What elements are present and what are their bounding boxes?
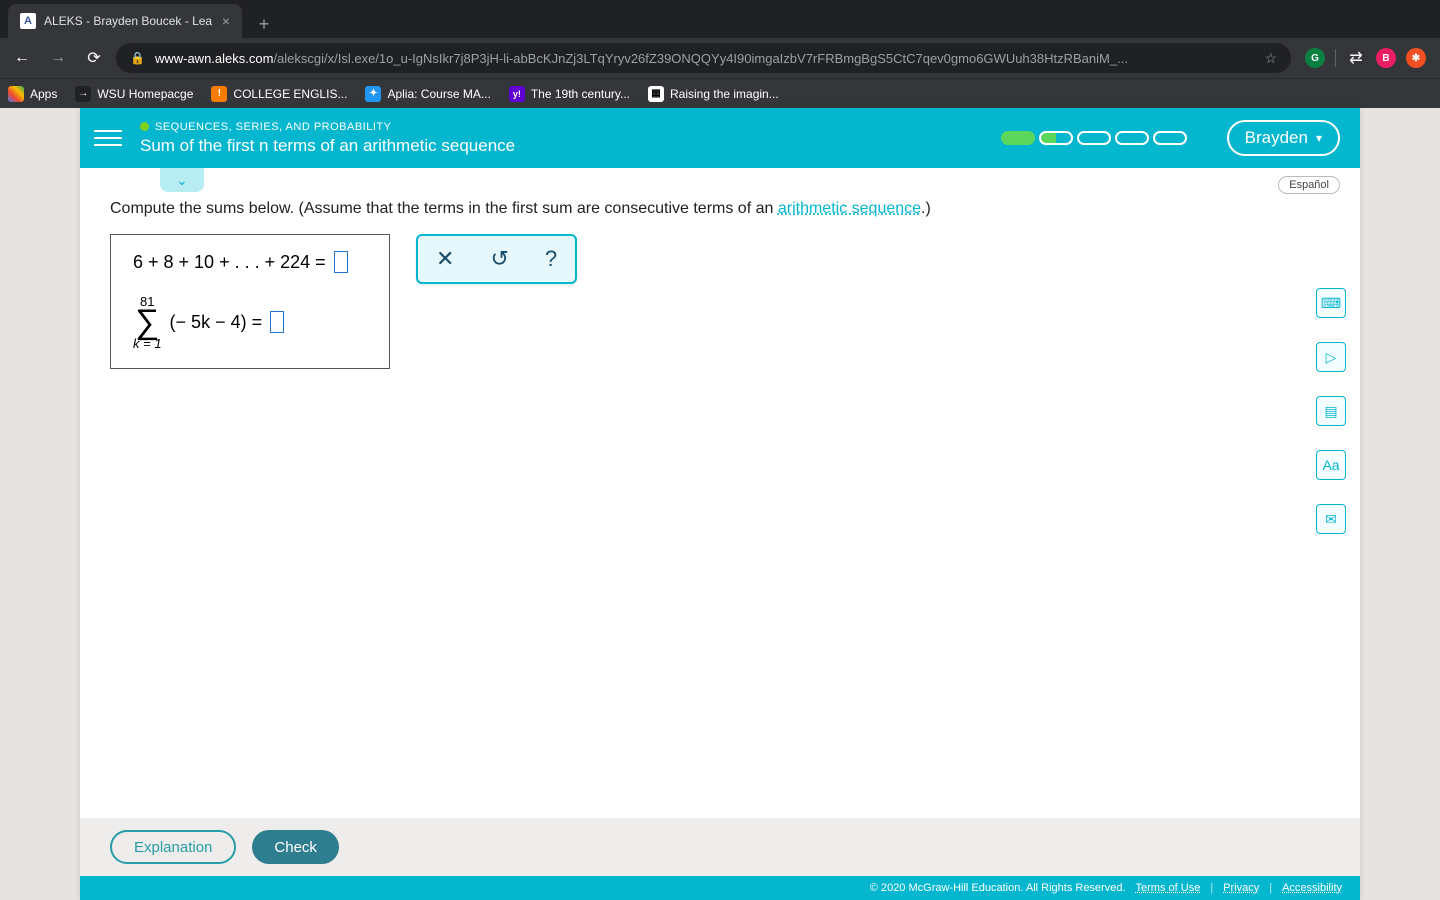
sigma-notation: 81 ∑ k = 1 (133, 295, 162, 350)
equation-line-1: 6 + 8 + 10 + . . . + 224 = (133, 251, 367, 273)
profile-badge[interactable]: B (1376, 48, 1396, 68)
apps-bookmark[interactable]: Apps (8, 86, 57, 102)
collapse-toggle[interactable]: ⌄ (160, 168, 204, 192)
college-label: COLLEGE ENGLIS... (233, 87, 347, 101)
bookmarks-bar: Apps → WSU Homepacge ! COLLEGE ENGLIS... ✦… (0, 78, 1440, 108)
footer-separator: | (1210, 882, 1213, 894)
question-row: 6 + 8 + 10 + . . . + 224 = 81 ∑ k = 1 (−… (110, 234, 1330, 369)
page-background: SEQUENCES, SERIES, AND PROBABILITY Sum o… (0, 108, 1440, 900)
media-control-icon[interactable]: ⇄ (1346, 48, 1366, 68)
lesson-title: Sum of the first n terms of an arithmeti… (140, 136, 515, 156)
question-prompt: Compute the sums below. (Assume that the… (110, 200, 1330, 218)
progress-segment (1115, 131, 1149, 145)
footer-separator: | (1269, 882, 1272, 894)
extension-icon[interactable]: ✱ (1406, 48, 1426, 68)
aplia-bookmark[interactable]: ✦ Aplia: Course MA... (365, 86, 490, 102)
wsu-label: WSU Homepacge (97, 87, 193, 101)
equation-line-2: 81 ∑ k = 1 (− 5k − 4) = (133, 295, 367, 350)
aleks-app: SEQUENCES, SERIES, AND PROBABILITY Sum o… (80, 108, 1360, 900)
raising-label: Raising the imagin... (670, 87, 779, 101)
bookmark-icon: ✦ (365, 86, 381, 102)
help-button[interactable]: ? (545, 246, 557, 272)
bookmark-icon: → (75, 86, 91, 102)
progress-segment (1153, 131, 1187, 145)
wsu-bookmark[interactable]: → WSU Homepacge (75, 86, 193, 102)
status-dot-icon (140, 122, 149, 131)
bookmark-icon: ! (211, 86, 227, 102)
sigma-expression: (− 5k − 4) = (170, 312, 263, 333)
header-titles: SEQUENCES, SERIES, AND PROBABILITY Sum o… (140, 121, 515, 156)
chevron-down-icon: ▾ (1316, 131, 1322, 145)
message-button[interactable]: ✉ (1316, 504, 1346, 534)
text-size-button[interactable]: Aa (1316, 450, 1346, 480)
tab-title: ALEKS - Brayden Boucek - Lea (44, 14, 214, 28)
reload-button[interactable]: ⟳ (80, 44, 108, 72)
breadcrumb-text: SEQUENCES, SERIES, AND PROBABILITY (155, 121, 391, 133)
video-button[interactable]: ▷ (1316, 342, 1346, 372)
check-button[interactable]: Check (252, 830, 339, 864)
prompt-text: Compute the sums below. (Assume that the… (110, 200, 778, 217)
question-box: 6 + 8 + 10 + . . . + 224 = 81 ∑ k = 1 (−… (110, 234, 390, 369)
side-toolbar: ⌨ ▷ ▤ Aa ✉ (1316, 288, 1346, 534)
ebook-button[interactable]: ▤ (1316, 396, 1346, 426)
new-tab-button[interactable]: + (250, 10, 278, 38)
address-bar[interactable]: 🔒 www-awn.aleks.com/alekscgi/x/Isl.exe/1… (116, 43, 1291, 73)
copyright-text: © 2020 McGraw-Hill Education. All Rights… (870, 882, 1126, 894)
forward-button[interactable]: → (44, 44, 72, 72)
prompt-text: .) (921, 200, 931, 217)
close-tab-icon[interactable]: × (222, 13, 230, 29)
browser-tab[interactable]: A ALEKS - Brayden Boucek - Lea × (8, 4, 242, 38)
aleks-favicon: A (20, 13, 36, 29)
action-toolbar: ✕ ↺ ? (416, 234, 577, 284)
answer-input-2[interactable] (270, 311, 284, 333)
chevron-down-icon: ⌄ (176, 172, 188, 189)
apps-label: Apps (30, 87, 57, 101)
browser-tab-strip: A ALEKS - Brayden Boucek - Lea × + (0, 0, 1440, 38)
language-toggle[interactable]: Español (1278, 176, 1340, 194)
extension-cluster: G ⇄ B ✱ (1299, 48, 1432, 68)
glossary-link[interactable]: arithmetic sequence (778, 200, 921, 217)
sigma-lower: k = 1 (133, 337, 162, 350)
back-button[interactable]: ← (8, 44, 36, 72)
breadcrumb: SEQUENCES, SERIES, AND PROBABILITY (140, 121, 515, 133)
privacy-link[interactable]: Privacy (1223, 882, 1259, 894)
terms-link[interactable]: Terms of Use (1136, 882, 1201, 894)
progress-segment (1039, 131, 1073, 145)
century-bookmark[interactable]: y! The 19th century... (509, 86, 630, 102)
bookmark-star-icon[interactable]: ☆ (1264, 50, 1277, 67)
grammarly-icon[interactable]: G (1305, 48, 1325, 68)
url-text: www-awn.aleks.com/alekscgi/x/Isl.exe/1o_… (155, 51, 1254, 66)
apps-icon (8, 86, 24, 102)
bookmark-icon: y! (509, 86, 525, 102)
content-area: ⌄ Español Compute the sums below. (Assum… (80, 168, 1360, 818)
user-menu[interactable]: Brayden ▾ (1227, 120, 1340, 156)
progress-indicator (1001, 131, 1187, 145)
aplia-label: Aplia: Course MA... (387, 87, 490, 101)
user-name: Brayden (1245, 128, 1308, 148)
bookmark-icon: ▦ (648, 86, 664, 102)
answer-input-1[interactable] (334, 251, 348, 273)
menu-button[interactable] (94, 124, 122, 152)
toolbar-separator (1335, 49, 1336, 67)
college-bookmark[interactable]: ! COLLEGE ENGLIS... (211, 86, 347, 102)
footer: © 2020 McGraw-Hill Education. All Rights… (80, 876, 1360, 900)
lock-icon: 🔒 (130, 51, 145, 65)
progress-segment (1001, 131, 1035, 145)
aleks-header: SEQUENCES, SERIES, AND PROBABILITY Sum o… (80, 108, 1360, 168)
century-label: The 19th century... (531, 87, 630, 101)
browser-toolbar: ← → ⟳ 🔒 www-awn.aleks.com/alekscgi/x/Isl… (0, 38, 1440, 78)
undo-button[interactable]: ↺ (490, 246, 508, 272)
equation-text: 6 + 8 + 10 + . . . + 224 = (133, 252, 326, 273)
sigma-symbol-icon: ∑ (135, 308, 159, 337)
clear-button[interactable]: ✕ (436, 246, 454, 272)
explanation-button[interactable]: Explanation (110, 830, 236, 864)
calculator-button[interactable]: ⌨ (1316, 288, 1346, 318)
accessibility-link[interactable]: Accessibility (1282, 882, 1342, 894)
raising-bookmark[interactable]: ▦ Raising the imagin... (648, 86, 779, 102)
progress-segment (1077, 131, 1111, 145)
bottom-bar: Explanation Check (80, 818, 1360, 876)
